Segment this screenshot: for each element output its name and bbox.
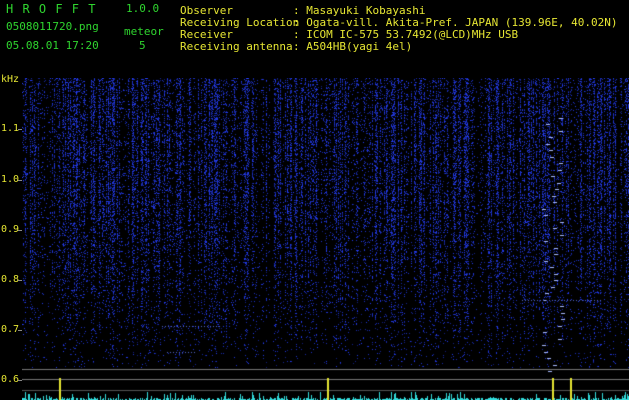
y-tick-label: 1.1 xyxy=(1,123,20,134)
antenna-value: : A504HB(yagi 4el) xyxy=(293,40,413,53)
file-name: 0508011720.png xyxy=(6,20,99,33)
meteor-count: 5 xyxy=(139,39,146,52)
spectrogram-plot xyxy=(22,78,629,400)
y-tick-label: 0.6 xyxy=(1,374,20,385)
y-tick-label: 1.0 xyxy=(1,174,20,185)
y-unit-label: kHz xyxy=(1,74,20,85)
y-tick-label: 0.8 xyxy=(1,274,20,285)
app-version: 1.0.0 xyxy=(126,2,160,15)
app-title: H R O F F T xyxy=(6,2,97,16)
y-tick-label: 0.7 xyxy=(1,324,20,335)
y-tick-label: 0.9 xyxy=(1,224,20,235)
antenna-label: Receiving antenna xyxy=(180,40,293,53)
meteor-label: meteor xyxy=(124,25,164,38)
file-datetime: 05.08.01 17:20 xyxy=(6,39,99,52)
